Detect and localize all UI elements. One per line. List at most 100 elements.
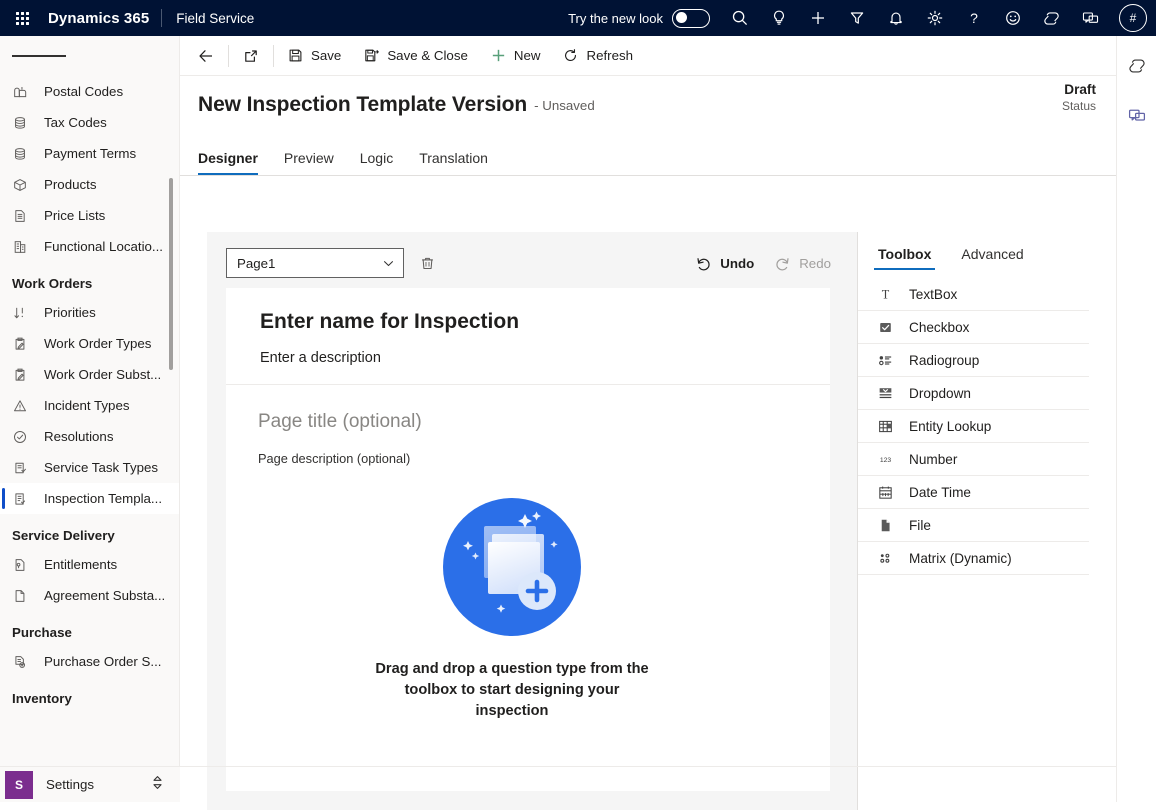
sidebar-item-priorities[interactable]: Priorities (0, 297, 179, 328)
help-button[interactable]: ? (954, 0, 993, 36)
tab-preview[interactable]: Preview (284, 150, 344, 175)
sidebar-item-postal-codes[interactable]: Postal Codes (0, 76, 179, 107)
sidebar-item-purchase-order-s[interactable]: Purchase Order S... (0, 646, 179, 677)
status-field[interactable]: Draft Status (1062, 82, 1096, 114)
notifications-button[interactable] (876, 0, 915, 36)
undo-button[interactable]: Undo (685, 248, 764, 278)
toolbox-item-textbox[interactable]: T TextBox (858, 278, 1089, 311)
sidebar-item-tax-codes[interactable]: Tax Codes (0, 107, 179, 138)
toolbox-item-dropdown[interactable]: Dropdown (858, 377, 1089, 410)
designer-surface: Page1 Undo Redo Enter name for Inspectio… (180, 196, 1116, 810)
tab-translation[interactable]: Translation (419, 150, 498, 175)
sidebar-item-products[interactable]: Products (0, 169, 179, 200)
app-launcher-button[interactable] (0, 0, 44, 36)
toolbox-item-file[interactable]: File (858, 509, 1089, 542)
page-description-input[interactable]: Page description (optional) (258, 433, 830, 466)
sidebar-item-label: Inspection Templa... (44, 491, 163, 506)
open-in-new-window-button[interactable] (231, 36, 271, 76)
new-label: New (513, 48, 541, 63)
sidebar-item-label: Work Order Subst... (44, 367, 162, 382)
toolbox-item-entity-lookup[interactable]: Entity Lookup (858, 410, 1089, 443)
app-name[interactable]: Field Service (162, 11, 254, 26)
toolbox-tab-toolbox[interactable]: Toolbox (874, 246, 936, 270)
new-look-toggle[interactable] (672, 8, 710, 28)
redo-label: Redo (799, 255, 831, 271)
brand-title[interactable]: Dynamics 365 (44, 10, 161, 27)
sidebar-scrollbar[interactable] (169, 178, 173, 370)
user-avatar-button[interactable]: # (1110, 0, 1156, 36)
stack-icon (12, 144, 34, 164)
sidebar-item-agreement-substa[interactable]: Agreement Substa... (0, 580, 179, 611)
feedback-button[interactable] (993, 0, 1032, 36)
save-button[interactable]: Save (276, 36, 352, 76)
copilot-button[interactable] (1032, 0, 1071, 36)
record-tabs: Designer Preview Logic Translation (180, 134, 1116, 176)
sidebar-group-header: Inventory (12, 691, 72, 706)
sidebar-item-resolutions[interactable]: Resolutions (0, 421, 179, 452)
filter-icon (850, 12, 863, 24)
undo-icon (697, 257, 710, 270)
entitlement-icon (12, 555, 34, 575)
page-select[interactable]: Page1 (226, 248, 404, 278)
purchase-icon (12, 652, 34, 672)
clipboard-icon (12, 365, 34, 385)
insights-button[interactable] (759, 0, 798, 36)
sidebar-item-price-lists[interactable]: Price Lists (0, 200, 179, 231)
gear-icon (927, 10, 942, 26)
teams-chat-button[interactable] (1071, 0, 1110, 36)
right-rail (1116, 36, 1156, 802)
toolbox-item-label: Matrix (Dynamic) (909, 550, 1012, 566)
chat-icon (1128, 109, 1145, 121)
sidebar-item-inspection-templa[interactable]: Inspection Templa... (0, 483, 179, 514)
clipboard-icon (12, 334, 34, 354)
toolbox-tabs: Toolbox Advanced (858, 246, 1089, 270)
toolbox-tab-advanced[interactable]: Advanced (957, 246, 1027, 270)
toolbox-item-label: Date Time (909, 484, 971, 500)
sidebar-item-payment-terms[interactable]: Payment Terms (0, 138, 179, 169)
sidebar-collapse-button[interactable] (0, 36, 179, 76)
filter-button[interactable] (837, 0, 876, 36)
new-button[interactable]: New (479, 36, 552, 76)
sidebar-item-label: Purchase Order S... (44, 654, 162, 669)
copilot-rail-button[interactable] (1121, 50, 1153, 82)
refresh-button[interactable]: Refresh (551, 36, 644, 76)
toolbox-item-checkbox[interactable]: Checkbox (858, 311, 1089, 344)
chat-rail-button[interactable] (1121, 100, 1153, 132)
try-new-look[interactable]: Try the new look (568, 8, 710, 28)
sidebar-item-entitlements[interactable]: Entitlements (0, 549, 179, 580)
tab-designer[interactable]: Designer (198, 150, 268, 175)
quick-create-button[interactable] (798, 0, 837, 36)
sidebar-item-service-task-types[interactable]: Service Task Types (0, 452, 179, 483)
drag-drop-illustration-icon (443, 498, 581, 636)
inspection-description-input[interactable]: Enter a description (260, 334, 830, 366)
command-bar: Save Save & Close New Refresh (180, 36, 1116, 76)
sidebar-item-incident-types[interactable]: Incident Types (0, 390, 179, 421)
toolbox-item-date-time[interactable]: Date Time (858, 476, 1089, 509)
save-and-close-button[interactable]: Save & Close (352, 36, 479, 76)
toolbox-item-label: Entity Lookup (909, 418, 992, 434)
toolbox-item-radiogroup[interactable]: Radiogroup (858, 344, 1089, 377)
sidebar-item-functional-locatio[interactable]: Functional Locatio... (0, 231, 179, 262)
delete-page-button[interactable] (412, 248, 442, 278)
plus-icon (811, 12, 824, 24)
page-title-input[interactable]: Page title (optional) (258, 411, 830, 433)
settings-button[interactable] (915, 0, 954, 36)
settings-area-switcher[interactable]: S Settings (0, 766, 180, 802)
back-button[interactable] (186, 36, 226, 76)
warning-icon (12, 396, 34, 416)
toolbox-item-matrix-dynamic[interactable]: Matrix (Dynamic) (858, 542, 1089, 575)
textbox-icon: T (874, 284, 896, 304)
tab-logic[interactable]: Logic (360, 150, 403, 175)
svg-text:T: T (881, 287, 889, 301)
sidebar-item-work-order-subst[interactable]: Work Order Subst... (0, 359, 179, 390)
designer-toolbar: Page1 Undo Redo (207, 246, 857, 280)
copilot-icon (1044, 11, 1059, 25)
inspection-icon (12, 489, 34, 509)
chevron-updown-icon (151, 775, 164, 795)
sidebar-item-work-order-types[interactable]: Work Order Types (0, 328, 179, 359)
inspection-name-input[interactable]: Enter name for Inspection (260, 310, 830, 334)
search-button[interactable] (720, 0, 759, 36)
unsaved-indicator: - Unsaved (534, 97, 595, 113)
toolbox-item-number[interactable]: 123 Number (858, 443, 1089, 476)
trash-icon (421, 257, 433, 269)
